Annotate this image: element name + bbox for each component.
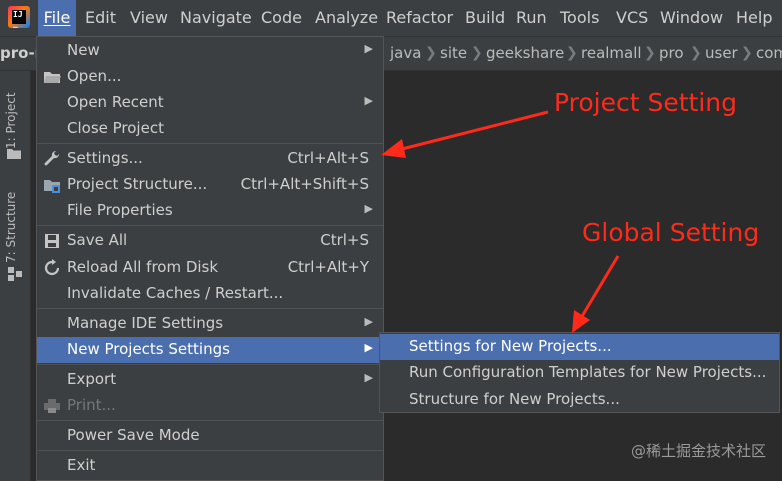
watermark: @稀土掘金技术社区: [630, 442, 766, 460]
annotation-arrows: [381, 110, 620, 333]
arrow-to-settings-for-new-projects: [579, 255, 620, 319]
arrow-to-settings: [397, 110, 549, 152]
arrowhead-icon: [572, 310, 590, 333]
arrowhead-icon: [381, 139, 406, 158]
